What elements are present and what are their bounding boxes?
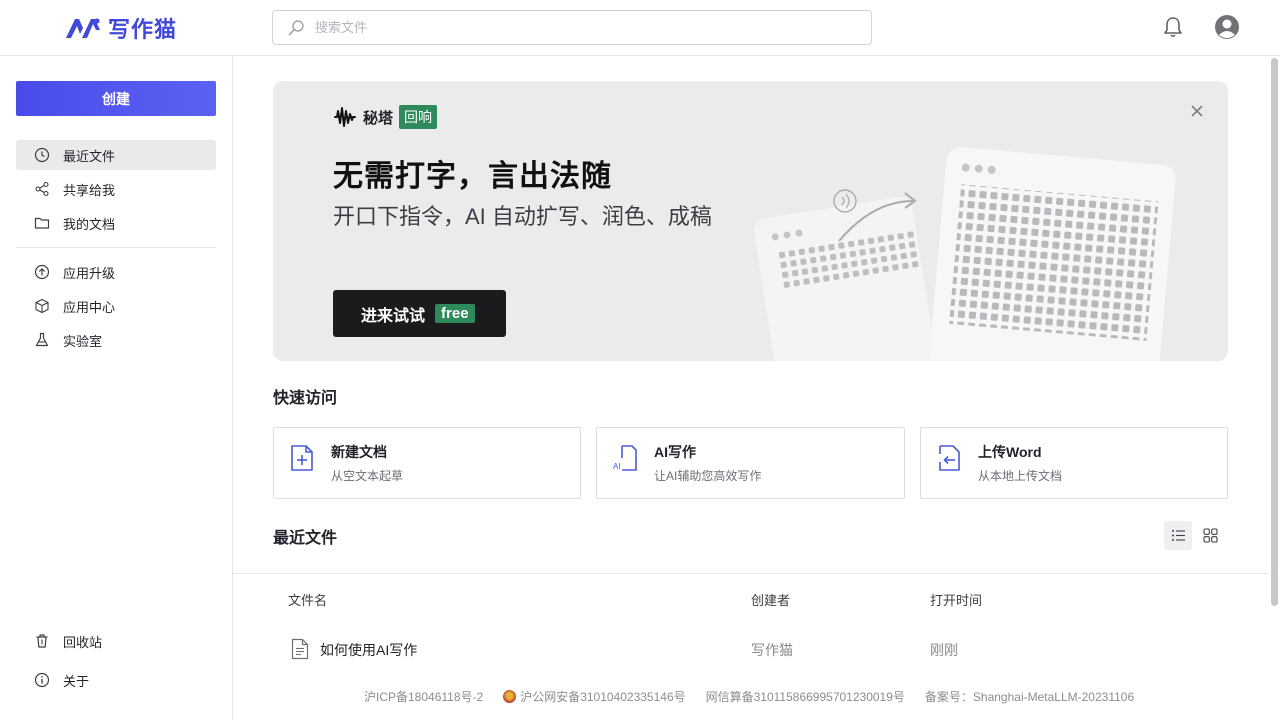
document-icon: [291, 638, 309, 660]
logo-mark-icon: [66, 18, 100, 38]
sidebar-divider: [16, 247, 216, 248]
scrollbar-thumb[interactable]: [1271, 58, 1278, 606]
cube-icon: [35, 298, 49, 314]
banner-brand: 秘塔 回响: [333, 105, 438, 129]
svg-text:AI: AI: [613, 462, 621, 471]
sidebar-item-shared[interactable]: 共享给我: [16, 174, 216, 204]
sidebar-item-my-docs[interactable]: 我的文档: [16, 208, 216, 238]
column-header-filename[interactable]: 文件名: [288, 590, 327, 609]
banner-illustration: [754, 147, 1176, 361]
footer-algorithm-record[interactable]: 网信算备310115866995701230019号: [706, 688, 905, 705]
flask-icon: [35, 332, 49, 347]
share-icon: [35, 181, 49, 197]
sidebar: 创建 最近文件 共享给我 我的文档 应用升级 应用中心 实验室 回收站 关于: [0, 56, 233, 720]
close-icon[interactable]: [1187, 101, 1207, 121]
quick-card-title: 上传Word: [978, 444, 1042, 460]
sidebar-item-label: 我的文档: [63, 216, 116, 232]
free-tag: free: [435, 304, 475, 323]
brand-tag: 回响: [399, 105, 438, 129]
upload-doc-icon: [939, 445, 960, 471]
file-opened-time: 刚刚: [930, 642, 958, 658]
column-header-opened-time[interactable]: 打开时间: [930, 590, 982, 609]
sidebar-item-app-center[interactable]: 应用中心: [16, 291, 216, 321]
sidebar-item-label: 应用中心: [63, 299, 116, 315]
logo-text: 写作猫: [108, 17, 178, 43]
banner-title: 无需打字，言出法随: [333, 160, 612, 193]
quick-card-title: AI写作: [654, 444, 696, 460]
quick-card-desc: 让AI辅助您高效写作: [654, 469, 762, 483]
user-avatar-icon[interactable]: [1214, 14, 1240, 40]
trash-icon: [36, 634, 48, 648]
clock-icon: [34, 147, 50, 163]
grid-icon: [1202, 528, 1218, 543]
sidebar-item-label: 回收站: [63, 634, 103, 650]
file-name: 如何使用AI写作: [320, 642, 418, 658]
sidebar-item-label: 实验室: [63, 333, 103, 349]
file-creator: 写作猫: [751, 642, 793, 658]
footer: 沪ICP备18046118号-2 沪公网安备31010402335146号 网信…: [364, 688, 1154, 705]
quick-card-title: 新建文档: [331, 444, 387, 460]
banner-subtitle: 开口下指令，AI 自动扩写、润色、成稿: [333, 204, 712, 229]
table-row[interactable]: 如何使用AI写作 写作猫 刚刚: [273, 630, 1228, 666]
sidebar-item-label: 关于: [63, 673, 90, 689]
create-button[interactable]: 创建: [16, 81, 216, 116]
ai-doc-icon: AI: [613, 445, 637, 471]
sidebar-item-trash[interactable]: 回收站: [16, 626, 216, 656]
quick-access-title: 快速访问: [273, 390, 338, 407]
sidebar-item-lab[interactable]: 实验室: [16, 325, 216, 355]
sidebar-item-upgrade[interactable]: 应用升级: [16, 257, 216, 287]
sidebar-item-recent[interactable]: 最近文件: [16, 140, 216, 170]
promo-banner[interactable]: 秘塔 回响 无需打字，言出法随 开口下指令，AI 自动扩写、润色、成稿 进来试试…: [273, 81, 1228, 361]
upgrade-icon: [34, 264, 50, 280]
column-header-creator[interactable]: 创建者: [751, 590, 790, 609]
app-logo[interactable]: 写作猫: [64, 12, 177, 44]
search-box[interactable]: [272, 10, 872, 45]
list-view-toggle[interactable]: [1164, 521, 1192, 550]
quick-upload-word-card[interactable]: 上传Word 从本地上传文档: [920, 427, 1228, 499]
folder-icon: [34, 217, 50, 229]
quick-card-desc: 从本地上传文档: [978, 469, 1063, 483]
search-icon: [288, 19, 304, 36]
sidebar-item-label: 应用升级: [63, 265, 116, 281]
brand-name: 秘塔: [363, 109, 394, 127]
top-header: 写作猫: [0, 0, 1280, 56]
grid-view-toggle[interactable]: [1196, 521, 1224, 550]
sidebar-item-about[interactable]: 关于: [16, 665, 216, 695]
info-icon: [34, 672, 50, 688]
notification-bell-icon[interactable]: [1161, 15, 1185, 39]
recent-files-title: 最近文件: [273, 530, 338, 547]
footer-icp-link[interactable]: 沪ICP备18046118号-2: [364, 688, 483, 705]
try-now-label: 进来试试: [361, 307, 426, 325]
sidebar-item-label: 共享给我: [63, 182, 116, 198]
footer-record-number: 备案号：Shanghai-MetaLLM-20231106: [924, 690, 1135, 704]
footer-police-text: 沪公网安备31010402335146号: [520, 690, 686, 704]
footer-police-record[interactable]: 沪公网安备31010402335146号: [503, 688, 686, 705]
search-input[interactable]: [315, 20, 835, 35]
try-now-button[interactable]: 进来试试 free: [333, 290, 506, 337]
quick-new-doc-card[interactable]: 新建文档 从空文本起草: [273, 427, 581, 499]
police-badge-icon: [503, 690, 517, 703]
quick-ai-write-card[interactable]: AI AI写作 让AI辅助您高效写作: [596, 427, 905, 499]
list-icon: [1171, 530, 1185, 541]
new-doc-icon: [291, 445, 313, 471]
wave-logo-icon: [334, 107, 356, 127]
quick-card-desc: 从空文本起草: [331, 469, 404, 483]
table-divider: [233, 573, 1268, 574]
sidebar-item-label: 最近文件: [63, 148, 116, 164]
